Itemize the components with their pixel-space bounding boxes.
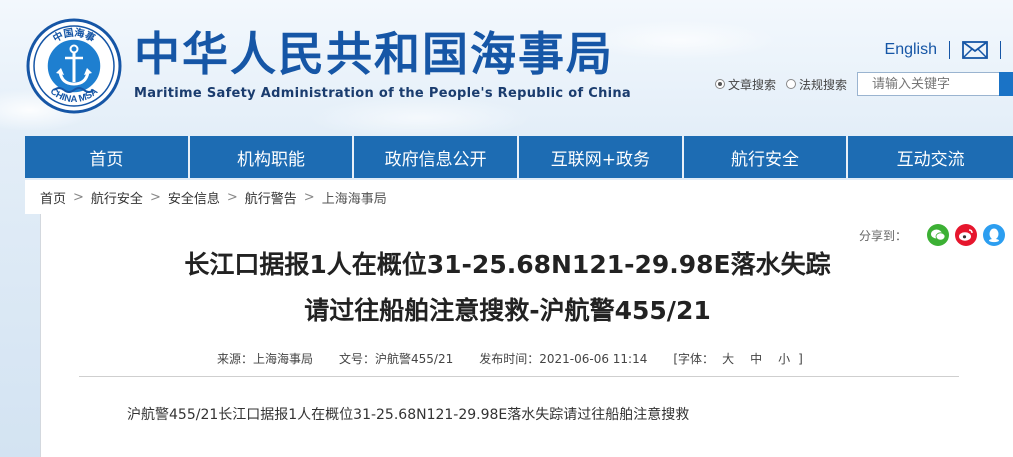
separator	[1000, 41, 1001, 59]
nav-item-interaction[interactable]: 互动交流	[848, 136, 1013, 178]
separator	[949, 41, 950, 59]
search-input[interactable]	[857, 72, 999, 96]
divider	[79, 376, 959, 377]
site-header: 中国海事 CHINA MSA 中华人民共和国海事局 Maritime Safet…	[0, 0, 1013, 136]
nav-item-home[interactable]: 首页	[25, 136, 190, 178]
breadcrumb-separator: >	[226, 189, 238, 205]
msa-logo-icon[interactable]: 中国海事 CHINA MSA	[26, 18, 122, 114]
search-button[interactable]	[999, 72, 1013, 96]
breadcrumb: 首页 > 航行安全 > 安全信息 > 航行警告 > 上海海事局	[25, 180, 1013, 214]
breadcrumb-home[interactable]: 首页	[40, 188, 66, 207]
nav-item-organization[interactable]: 机构职能	[190, 136, 355, 178]
breadcrumb-separator: >	[73, 189, 84, 205]
mail-icon[interactable]	[962, 41, 988, 59]
article-doc-number: 文号：沪航警455/21	[339, 352, 454, 366]
font-size-label: [字体：	[673, 352, 715, 366]
site-title: 中华人民共和国海事局	[134, 27, 614, 81]
article-title-line1: 长江口据报1人在概位31-25.68N121-29.98E落水失踪	[184, 250, 831, 279]
main-nav: 首页 机构职能 政府信息公开 互联网+政务 航行安全 互动交流	[25, 136, 1013, 178]
font-size-large[interactable]: 大	[722, 350, 734, 367]
search-option-law[interactable]: 法规搜索	[785, 76, 847, 93]
article-publish-time: 发布时间：2021-06-06 11:14	[479, 352, 648, 366]
breadcrumb-separator: >	[303, 189, 315, 205]
top-links: English	[885, 38, 1013, 62]
article-panel: 分享到： 长江口据报1人在概位31-25.68N121-29.98E落水失踪 请…	[40, 214, 1013, 457]
nav-item-navigation-safety[interactable]: 航行安全	[684, 136, 849, 178]
font-size-small[interactable]: 小	[778, 350, 790, 367]
share-label: 分享到：	[858, 228, 907, 243]
qq-icon[interactable]	[983, 224, 1005, 246]
site-subtitle: Maritime Safety Administration of the Pe…	[134, 86, 632, 101]
breadcrumb-separator: >	[149, 189, 161, 205]
search-option-law-label: 法规搜索	[798, 77, 847, 92]
article-title-line2: 请过往船舶注意搜救-沪航警455/21	[304, 296, 711, 325]
article-body: 沪航警455/21长江口据报1人在概位31-25.68N121-29.98E落水…	[127, 407, 690, 423]
nav-item-internet-gov[interactable]: 互联网+政务	[519, 136, 684, 178]
breadcrumb-navigation-warning[interactable]: 航行警告	[245, 188, 297, 207]
breadcrumb-navigation-safety[interactable]: 航行安全	[91, 188, 143, 207]
nav-item-gov-info[interactable]: 政府信息公开	[354, 136, 520, 178]
radio-unselected-icon[interactable]	[785, 79, 796, 89]
radio-selected-icon[interactable]	[714, 79, 725, 89]
font-size-close: ]	[798, 351, 803, 366]
article-source: 来源：上海海事局	[217, 352, 314, 366]
article-meta: 来源：上海海事局 文号：沪航警455/21 发布时间：2021-06-06 11…	[217, 350, 803, 367]
search-option-article-label: 文章搜索	[727, 77, 776, 92]
search-bar: 文章搜索 法规搜索	[714, 72, 1013, 96]
english-link[interactable]: English	[885, 41, 937, 59]
font-size-medium[interactable]: 中	[750, 350, 762, 367]
article-title: 长江口据报1人在概位31-25.68N121-29.98E落水失踪 请过往船舶注…	[41, 242, 974, 334]
breadcrumb-safety-info[interactable]: 安全信息	[168, 188, 220, 207]
breadcrumb-shanghai-msa[interactable]: 上海海事局	[322, 188, 387, 207]
search-option-article[interactable]: 文章搜索	[714, 76, 776, 93]
